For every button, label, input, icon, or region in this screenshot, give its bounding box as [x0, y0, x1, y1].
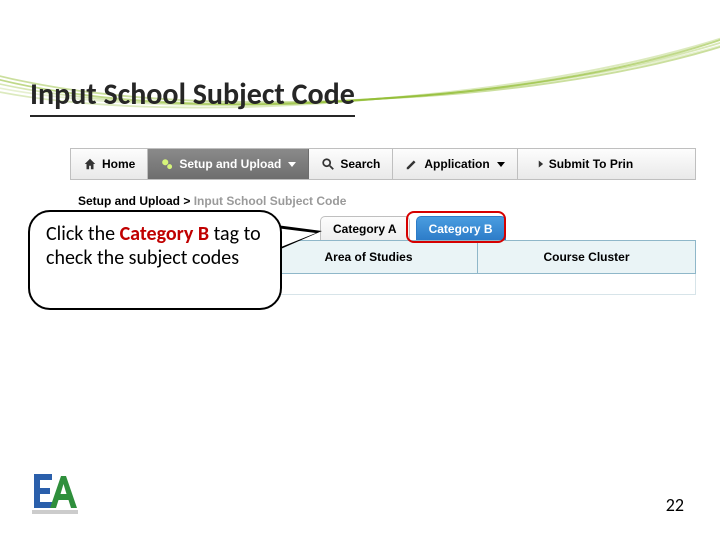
nav-search[interactable]: Search	[309, 149, 393, 179]
nav-application[interactable]: Application	[393, 149, 517, 179]
nav-search-label: Search	[340, 157, 380, 171]
breadcrumb-current: Input School Subject Code	[194, 194, 347, 208]
nav-submit[interactable]: Submit To Prin	[518, 149, 645, 179]
chevron-down-icon	[497, 162, 505, 167]
instruction-callout: Click the Category B tag to check the su…	[28, 210, 282, 310]
breadcrumb-separator: >	[183, 194, 190, 208]
nav-home-label: Home	[102, 157, 135, 171]
home-icon	[83, 157, 97, 171]
chevron-down-icon	[288, 162, 296, 167]
breadcrumb: Setup and Upload > Input School Subject …	[70, 194, 696, 208]
page-number: 22	[666, 494, 684, 516]
callout-tail	[276, 225, 322, 251]
search-icon	[321, 157, 335, 171]
nav-bar: Home Setup and Upload Search Application	[70, 148, 696, 180]
slide-title: Input School Subject Code	[30, 76, 355, 117]
nav-application-label: Application	[424, 157, 489, 171]
callout-text-emphasis: Category B	[120, 222, 209, 246]
nav-setup-upload-label: Setup and Upload	[179, 157, 281, 171]
gears-icon	[160, 157, 174, 171]
tab-category-b[interactable]: Category B	[416, 216, 506, 240]
nav-home[interactable]: Home	[71, 149, 148, 179]
nav-submit-label: Submit To Prin	[549, 157, 633, 171]
tab-category-a[interactable]: Category A	[320, 216, 410, 240]
nav-setup-upload[interactable]: Setup and Upload	[148, 149, 309, 179]
callout-text-pre: Click the	[46, 222, 120, 246]
tab-strip: Category A Category B	[320, 216, 696, 240]
footer-logo	[28, 470, 80, 516]
edit-icon	[405, 157, 419, 171]
submit-arrow-icon	[530, 157, 544, 171]
breadcrumb-parent[interactable]: Setup and Upload	[78, 194, 180, 208]
table-header-cluster: Course Cluster	[478, 241, 695, 273]
